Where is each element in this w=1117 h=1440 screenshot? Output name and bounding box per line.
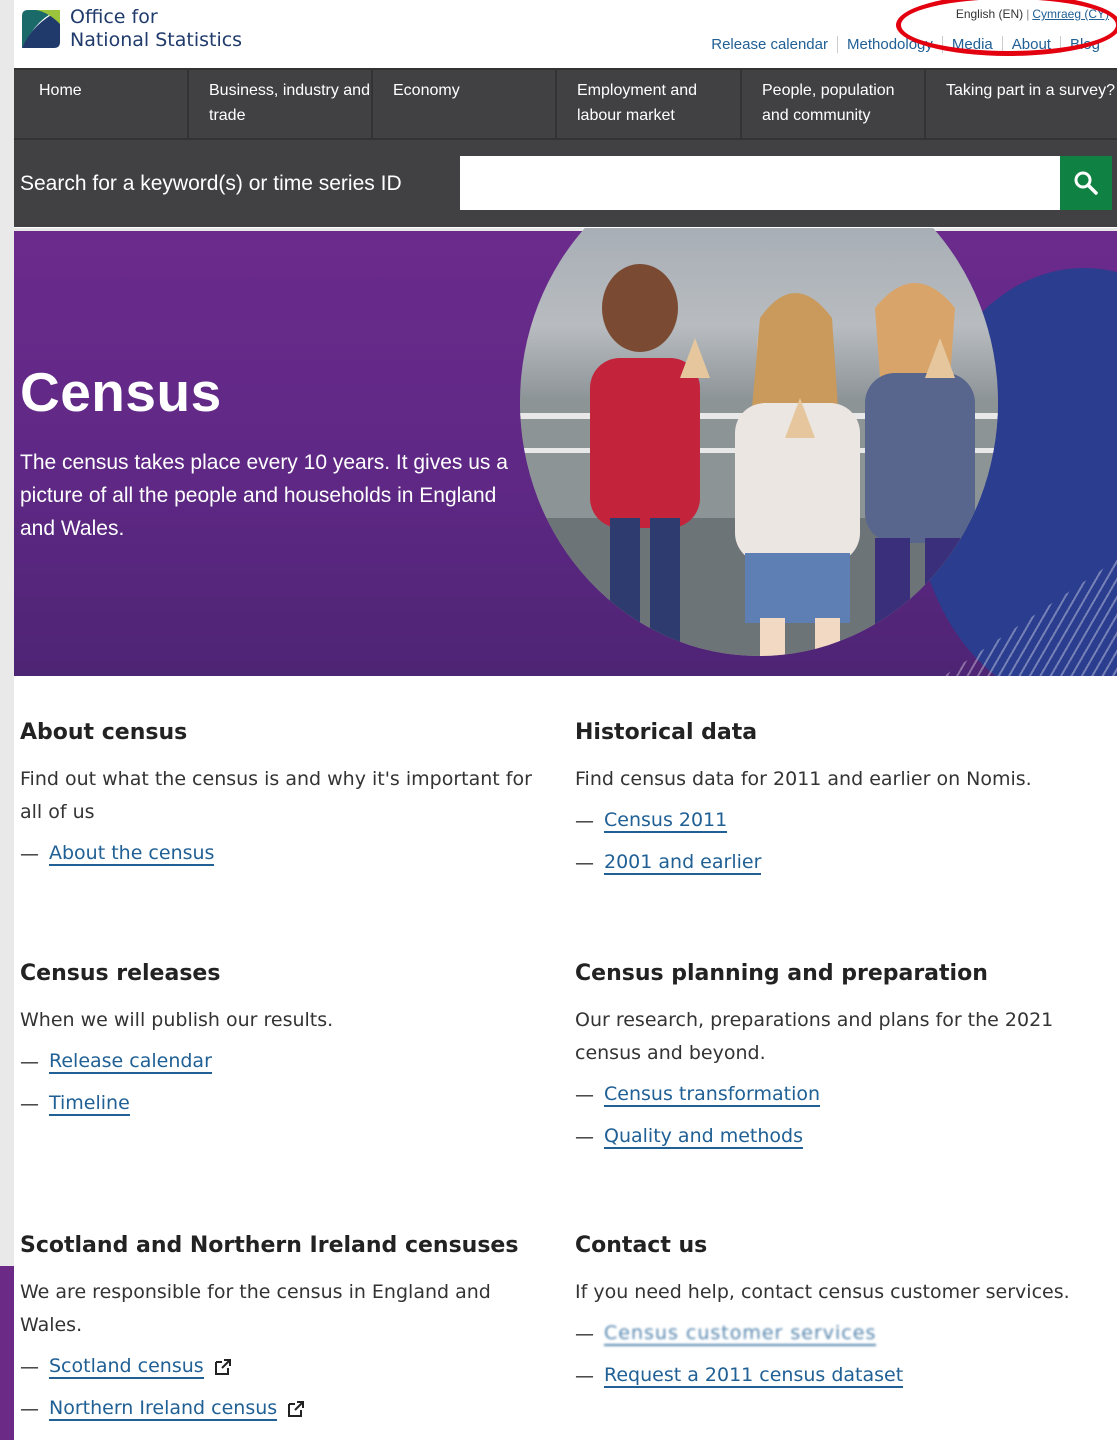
section-text: If you need help, contact census custome…	[575, 1281, 1070, 1303]
list-item: — Census customer services	[575, 1321, 1095, 1347]
link-about-the-census[interactable]: About the census	[49, 842, 215, 866]
dash-icon: —	[575, 810, 594, 832]
link-request-2011-dataset[interactable]: Request a 2011 census dataset	[604, 1364, 904, 1388]
link-list: — Release calendar — Timeline	[20, 1049, 540, 1117]
dash-icon: —	[20, 1356, 39, 1378]
dash-icon: —	[575, 1084, 594, 1106]
edge-accent	[0, 1266, 14, 1440]
language-switcher: English (EN) | Cymraeg (CY)	[956, 7, 1109, 21]
link-census-transformation[interactable]: Census transformation	[604, 1083, 821, 1107]
section-heading: Census planning and preparation	[575, 961, 988, 986]
link-list: — Census 2011 — 2001 and earlier	[575, 808, 1095, 876]
search-button[interactable]	[1060, 156, 1112, 210]
section-contact-us: Contact us If you need help, contact cen…	[575, 1233, 1095, 1405]
hero-top-stripe	[14, 228, 1117, 231]
link-census-customer-services[interactable]: Census customer services	[604, 1322, 877, 1346]
search-icon	[1074, 171, 1098, 195]
nav-home[interactable]: Home	[14, 70, 189, 138]
link-list: — About the census	[20, 841, 540, 867]
section-about-census: About census Find out what the census is…	[20, 720, 540, 883]
section-scotland-ni-censuses: Scotland and Northern Ireland censuses W…	[20, 1233, 540, 1438]
list-item: — Release calendar	[20, 1049, 540, 1075]
dash-icon: —	[20, 843, 39, 865]
section-text: Find out what the census is and why it's…	[20, 768, 532, 823]
list-item: — Timeline	[20, 1091, 540, 1117]
dash-icon: —	[20, 1398, 39, 1420]
section-census-planning: Census planning and preparation Our rese…	[575, 961, 1095, 1166]
section-heading: Census releases	[20, 961, 221, 986]
link-list: — Census transformation — Quality and meth…	[575, 1082, 1095, 1150]
nav-business[interactable]: Business, industry and trade	[189, 70, 373, 138]
list-item: — About the census	[20, 841, 540, 867]
section-heading: Contact us	[575, 1233, 708, 1258]
link-list: — Census customer services — Request a 201…	[575, 1321, 1095, 1389]
link-2001-and-earlier[interactable]: 2001 and earlier	[604, 851, 762, 875]
dash-icon: —	[20, 1093, 39, 1115]
search-bar: Search for a keyword(s) or time series I…	[14, 138, 1117, 227]
lang-separator: |	[1026, 7, 1030, 21]
external-link-icon	[288, 1401, 305, 1417]
site-header: Office for National Statistics English (…	[14, 0, 1117, 68]
list-item: — Census transformation	[575, 1082, 1095, 1108]
nav-employment[interactable]: Employment and labour market	[557, 70, 742, 138]
list-item: — Scotland census	[20, 1354, 540, 1380]
lang-current: English (EN)	[955, 7, 1024, 21]
link-timeline[interactable]: Timeline	[49, 1092, 130, 1116]
section-census-releases: Census releases When we will publish our…	[20, 961, 540, 1133]
section-heading: Historical data	[575, 720, 758, 745]
link-release-calendar[interactable]: Release calendar	[49, 1050, 212, 1074]
dash-icon: —	[575, 1126, 594, 1148]
list-item: — Quality and methods	[575, 1124, 1095, 1150]
list-item: — Census 2011	[575, 808, 1095, 834]
search-label: Search for a keyword(s) or time series I…	[20, 172, 402, 195]
link-list: — Scotland census — Northern Ireland censu…	[20, 1354, 540, 1422]
list-item: — Northern Ireland census	[20, 1396, 540, 1422]
lang-welsh-link[interactable]: Cymraeg (CY)	[1032, 7, 1109, 21]
external-link-icon	[214, 1359, 231, 1375]
link-quality-and-methods[interactable]: Quality and methods	[604, 1125, 803, 1149]
link-northern-ireland-census[interactable]: Northern Ireland census	[49, 1397, 278, 1421]
nav-people[interactable]: People, population and community	[742, 70, 926, 138]
dash-icon: —	[575, 1365, 594, 1387]
link-scotland-census[interactable]: Scotland census	[49, 1355, 204, 1379]
list-item: — Request a 2011 census dataset	[575, 1363, 1095, 1389]
toplink-methodology[interactable]: Methodology	[837, 36, 942, 53]
hero-banner: Census The census takes place every 10 y…	[14, 228, 1117, 676]
ons-logo-icon	[22, 10, 60, 48]
hero-description: The census takes place every 10 years. I…	[20, 451, 508, 540]
section-heading: Scotland and Northern Ireland censuses	[20, 1233, 519, 1258]
children-ice-cream-image	[520, 264, 998, 656]
page-title: Census	[20, 361, 222, 423]
ons-logo[interactable]: Office for National Statistics	[18, 6, 242, 52]
list-item: — 2001 and earlier	[575, 850, 1095, 876]
logo-wordmark: Office for National Statistics	[70, 6, 242, 52]
logo-line-1: Office for	[70, 6, 158, 28]
section-text: We are responsible for the census in Eng…	[20, 1281, 491, 1336]
toplink-about[interactable]: About	[1001, 36, 1060, 53]
nav-economy[interactable]: Economy	[373, 70, 557, 138]
utility-links: Release calendar Methodology Media About…	[702, 36, 1109, 53]
search-input[interactable]	[460, 156, 1060, 210]
toplink-blog[interactable]: Blog	[1059, 36, 1109, 53]
dash-icon: —	[575, 852, 594, 874]
toplink-media[interactable]: Media	[941, 36, 1002, 53]
section-historical-data: Historical data Find census data for 201…	[575, 720, 1095, 892]
left-page-edge	[0, 0, 14, 1440]
link-census-2011[interactable]: Census 2011	[604, 809, 728, 833]
toplink-release-calendar[interactable]: Release calendar	[702, 36, 837, 53]
dash-icon: —	[575, 1323, 594, 1345]
section-text: Find census data for 2011 and earlier on…	[575, 768, 1032, 790]
section-heading: About census	[20, 720, 188, 745]
dash-icon: —	[20, 1051, 39, 1073]
section-text: When we will publish our results.	[20, 1009, 334, 1031]
primary-nav: Home Business, industry and trade Econom…	[14, 68, 1117, 138]
nav-survey[interactable]: Taking part in a survey?	[926, 70, 1117, 138]
logo-line-2: National Statistics	[70, 29, 243, 51]
section-text: Our research, preparations and plans for…	[575, 1009, 1054, 1064]
hero-photo	[520, 228, 998, 656]
